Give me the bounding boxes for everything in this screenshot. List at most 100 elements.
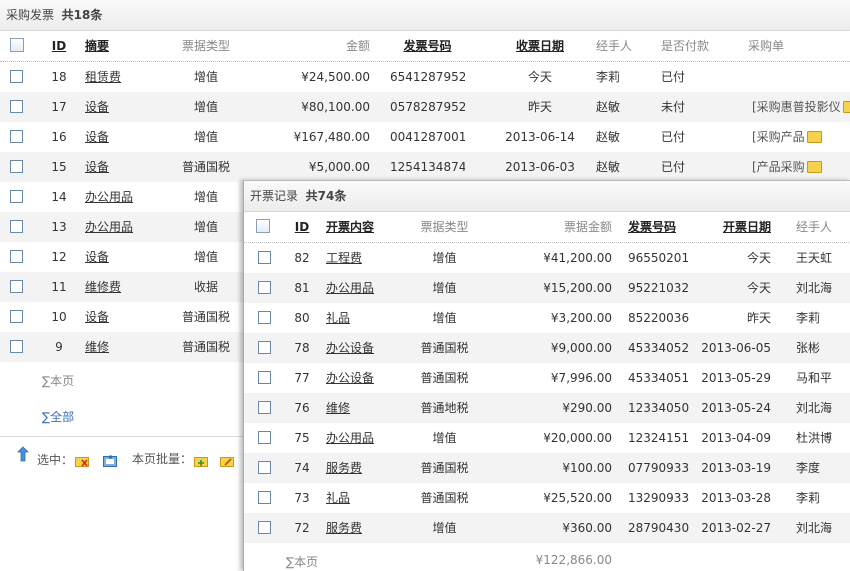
col-id[interactable]: ID	[44, 31, 74, 61]
row-checkbox[interactable]	[10, 190, 23, 203]
summary-text[interactable]: 设备	[85, 310, 109, 324]
row-summary-link[interactable]: 设备	[85, 152, 165, 182]
row-id: 81	[294, 281, 310, 295]
summary-text[interactable]: 租赁费	[85, 70, 121, 84]
row-checkbox[interactable]	[10, 160, 23, 173]
purchase-sum-all[interactable]: ∑全部	[42, 408, 74, 425]
row-content-link[interactable]: 办公用品	[326, 423, 406, 453]
content-text[interactable]: 维修	[326, 401, 350, 415]
row-checkbox[interactable]	[10, 130, 23, 143]
table-row[interactable]: 72 服务费 增值 ¥360.00 28790430 2013-02-27 刘北海	[244, 513, 850, 543]
table-row[interactable]: 74 服务费 普通国税 ¥100.00 07790933 2013-03-19 李度	[244, 453, 850, 483]
content-text[interactable]: 服务费	[326, 461, 362, 475]
open-folder-icon[interactable]	[806, 130, 822, 143]
content-text[interactable]: 办公设备	[326, 341, 374, 355]
summary-text[interactable]: 办公用品	[85, 190, 133, 204]
table-row[interactable]: 15 设备 普通国税 ¥5,000.00 1254134874 2013-06-03 赵敏 已…	[0, 152, 850, 182]
row-checkbox[interactable]	[258, 371, 271, 384]
row-content-link[interactable]: 礼品	[326, 303, 406, 333]
row-content-link[interactable]: 工程费	[326, 243, 406, 273]
row-checkbox[interactable]	[258, 431, 271, 444]
add-folder-icon[interactable]	[194, 455, 209, 468]
row-content-link[interactable]: 维修	[326, 393, 406, 423]
summary-text[interactable]: 设备	[85, 160, 109, 174]
row-content-link[interactable]: 服务费	[326, 453, 406, 483]
purchase-sum-page: ∑本页	[42, 374, 75, 388]
row-summary-link[interactable]: 设备	[85, 122, 165, 152]
row-purchase-order[interactable]: [采购惠普投影仪	[752, 92, 850, 122]
row-summary-link[interactable]: 维修费	[85, 272, 165, 302]
delete-folder-icon[interactable]	[75, 455, 90, 468]
row-checkbox[interactable]	[258, 311, 271, 324]
row-checkbox[interactable]	[258, 341, 271, 354]
summary-text[interactable]: 维修费	[85, 280, 121, 294]
table-row[interactable]: 75 办公用品 增值 ¥20,000.00 12324151 2013-04-09 杜洪博	[244, 423, 850, 453]
table-row[interactable]: 73 礼品 普通国税 ¥25,520.00 13290933 2013-03-28 李莉	[244, 483, 850, 513]
content-text[interactable]: 工程费	[326, 251, 362, 265]
row-handler: 赵敏	[596, 160, 621, 174]
content-text[interactable]: 办公用品	[326, 431, 374, 445]
row-content-link[interactable]: 办公设备	[326, 333, 406, 363]
open-folder-icon[interactable]	[842, 100, 850, 113]
table-row[interactable]: 82 工程费 增值 ¥41,200.00 96550201 今天 王天虹	[244, 243, 850, 273]
row-checkbox[interactable]	[10, 310, 23, 323]
content-text[interactable]: 服务费	[326, 521, 362, 535]
col-invoice-no[interactable]: 发票号码	[390, 31, 465, 61]
table-row[interactable]: 18 租赁费 增值 ¥24,500.00 6541287952 今天 李莉 已付	[0, 62, 850, 92]
summary-text[interactable]: 维修	[85, 340, 109, 354]
col-receive-date[interactable]: 收票日期	[505, 31, 575, 61]
row-checkbox[interactable]	[10, 100, 23, 113]
row-checkbox[interactable]	[10, 220, 23, 233]
edit-folder-icon[interactable]	[220, 455, 235, 468]
summary-text[interactable]: 办公用品	[85, 220, 133, 234]
select-all-checkbox[interactable]	[10, 38, 24, 52]
row-purchase-order[interactable]: [产品采购	[752, 152, 850, 182]
table-row[interactable]: 17 设备 增值 ¥80,100.00 0578287952 昨天 赵敏 未付 [采购惠普投影仪	[0, 92, 850, 122]
row-summary-link[interactable]: 设备	[85, 302, 165, 332]
table-row[interactable]: 81 办公用品 增值 ¥15,200.00 95221032 今天 刘北海	[244, 273, 850, 303]
row-content-link[interactable]: 服务费	[326, 513, 406, 543]
row-summary-link[interactable]: 设备	[85, 92, 165, 122]
row-content-link[interactable]: 礼品	[326, 483, 406, 513]
table-row[interactable]: 16 设备 增值 ¥167,480.00 0041287001 2013-06-14 赵敏 已…	[0, 122, 850, 152]
summary-text[interactable]: 设备	[85, 130, 109, 144]
row-content-link[interactable]: 办公用品	[326, 273, 406, 303]
col-summary[interactable]: 摘要	[85, 31, 145, 61]
row-checkbox[interactable]	[10, 70, 23, 83]
row-checkbox[interactable]	[258, 251, 271, 264]
row-checkbox[interactable]	[10, 340, 23, 353]
row-checkbox[interactable]	[258, 461, 271, 474]
open-folder-icon[interactable]	[806, 160, 822, 173]
summary-text[interactable]: 设备	[85, 250, 109, 264]
row-checkbox[interactable]	[258, 401, 271, 414]
content-text[interactable]: 礼品	[326, 491, 350, 505]
invoice-select-all-checkbox[interactable]	[256, 219, 270, 233]
row-checkbox[interactable]	[258, 491, 271, 504]
row-summary-link[interactable]: 办公用品	[85, 212, 165, 242]
table-row[interactable]: 77 办公设备 普通国税 ¥7,996.00 45334051 2013-05-29 马和平	[244, 363, 850, 393]
row-checkbox[interactable]	[10, 250, 23, 263]
row-checkbox[interactable]	[258, 281, 271, 294]
row-checkbox[interactable]	[258, 521, 271, 534]
row-summary-link[interactable]: 办公用品	[85, 182, 165, 212]
content-text[interactable]: 礼品	[326, 311, 350, 325]
inv-col-content[interactable]: 开票内容	[326, 212, 396, 242]
inv-col-id[interactable]: ID	[287, 212, 317, 242]
inv-col-issue-date[interactable]: 开票日期	[699, 212, 771, 242]
table-row[interactable]: 78 办公设备 普通国税 ¥9,000.00 45334052 2013-06-05 张彬	[244, 333, 850, 363]
row-checkbox[interactable]	[10, 280, 23, 293]
content-text[interactable]: 办公用品	[326, 281, 374, 295]
inv-col-invoice-no[interactable]: 发票号码	[628, 212, 698, 242]
row-summary-link[interactable]: 设备	[85, 242, 165, 272]
summary-text[interactable]: 设备	[85, 100, 109, 114]
table-row[interactable]: 80 礼品 增值 ¥3,200.00 85220036 昨天 李莉	[244, 303, 850, 333]
content-text[interactable]: 办公设备	[326, 371, 374, 385]
table-row[interactable]: 76 维修 普通地税 ¥290.00 12334050 2013-05-24 刘北海	[244, 393, 850, 423]
row-purchase-order[interactable]: [采购产品	[752, 122, 850, 152]
row-summary-link[interactable]: 维修	[85, 332, 165, 362]
row-summary-link[interactable]: 租赁费	[85, 62, 165, 92]
purchase-order-text: [采购产品	[752, 130, 805, 144]
row-content-link[interactable]: 办公设备	[326, 363, 406, 393]
archive-icon[interactable]	[103, 455, 118, 468]
row-id: 74	[294, 461, 310, 475]
